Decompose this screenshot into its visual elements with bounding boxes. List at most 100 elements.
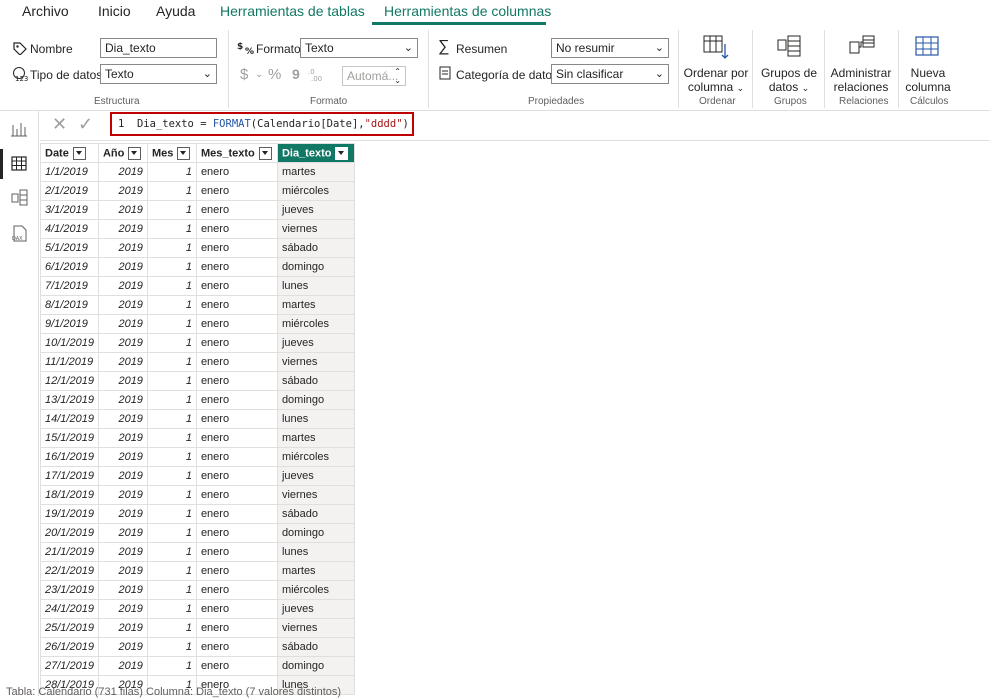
cell-ano[interactable]: 2019 <box>97 295 148 315</box>
table-row[interactable]: 16/1/2019 2019 1 enero miércoles <box>40 447 355 467</box>
cell-date[interactable]: 7/1/2019 <box>40 276 99 296</box>
cell-mes-texto[interactable]: enero <box>195 637 278 657</box>
cell-date[interactable]: 23/1/2019 <box>40 580 99 600</box>
tab-archivo[interactable]: Archivo <box>22 3 69 19</box>
table-row[interactable]: 18/1/2019 2019 1 enero viernes <box>40 485 355 505</box>
table-row[interactable]: 1/1/2019 2019 1 enero martes <box>40 162 355 182</box>
cell-dia-texto[interactable]: sábado <box>276 238 355 258</box>
cell-date[interactable]: 3/1/2019 <box>40 200 99 220</box>
cell-mes-texto[interactable]: enero <box>195 580 278 600</box>
cell-date[interactable]: 11/1/2019 <box>40 352 99 372</box>
tab-inicio[interactable]: Inicio <box>98 3 131 19</box>
cell-ano[interactable]: 2019 <box>97 428 148 448</box>
cell-mes[interactable]: 1 <box>146 485 197 505</box>
cell-date[interactable]: 25/1/2019 <box>40 618 99 638</box>
commit-icon[interactable]: ✓ <box>78 114 93 135</box>
cell-dia-texto[interactable]: sábado <box>276 637 355 657</box>
cell-date[interactable]: 22/1/2019 <box>40 561 99 581</box>
cell-mes[interactable]: 1 <box>146 181 197 201</box>
table-row[interactable]: 22/1/2019 2019 1 enero martes <box>40 561 355 581</box>
cell-mes[interactable]: 1 <box>146 466 197 486</box>
cell-ano[interactable]: 2019 <box>97 238 148 258</box>
table-row[interactable]: 27/1/2019 2019 1 enero domingo <box>40 656 355 676</box>
cell-mes[interactable]: 1 <box>146 409 197 429</box>
data-view-button[interactable] <box>4 149 34 179</box>
table-row[interactable]: 17/1/2019 2019 1 enero jueves <box>40 466 355 486</box>
cell-dia-texto[interactable]: jueves <box>276 599 355 619</box>
cell-dia-texto[interactable]: domingo <box>276 523 355 543</box>
table-row[interactable]: 11/1/2019 2019 1 enero viernes <box>40 352 355 372</box>
cell-date[interactable]: 2/1/2019 <box>40 181 99 201</box>
cell-dia-texto[interactable]: lunes <box>276 409 355 429</box>
cell-dia-texto[interactable]: lunes <box>276 542 355 562</box>
cell-dia-texto[interactable]: viernes <box>276 352 355 372</box>
cell-ano[interactable]: 2019 <box>97 162 148 182</box>
cell-dia-texto[interactable]: jueves <box>276 333 355 353</box>
cell-ano[interactable]: 2019 <box>97 200 148 220</box>
cell-mes-texto[interactable]: enero <box>195 504 278 524</box>
cell-date[interactable]: 4/1/2019 <box>40 219 99 239</box>
cell-mes[interactable]: 1 <box>146 238 197 258</box>
cell-ano[interactable]: 2019 <box>97 352 148 372</box>
cell-mes-texto[interactable]: enero <box>195 371 278 391</box>
report-view-button[interactable] <box>4 115 34 145</box>
cell-ano[interactable]: 2019 <box>97 390 148 410</box>
cell-dia-texto[interactable]: martes <box>276 162 355 182</box>
cell-mes-texto[interactable]: enero <box>195 219 278 239</box>
table-row[interactable]: 6/1/2019 2019 1 enero domingo <box>40 257 355 277</box>
cell-date[interactable]: 20/1/2019 <box>40 523 99 543</box>
cell-mes-texto[interactable]: enero <box>195 333 278 353</box>
cell-mes-texto[interactable]: enero <box>195 390 278 410</box>
table-row[interactable]: 10/1/2019 2019 1 enero jueves <box>40 333 355 353</box>
cell-mes[interactable]: 1 <box>146 542 197 562</box>
cell-dia-texto[interactable]: domingo <box>276 656 355 676</box>
currency-button[interactable]: $ <box>240 66 248 83</box>
cell-dia-texto[interactable]: miércoles <box>276 314 355 334</box>
cell-dia-texto[interactable]: miércoles <box>276 181 355 201</box>
cell-mes-texto[interactable]: enero <box>195 485 278 505</box>
cell-dia-texto[interactable]: martes <box>276 561 355 581</box>
cell-ano[interactable]: 2019 <box>97 371 148 391</box>
filter-dropdown-icon[interactable] <box>258 146 272 160</box>
table-row[interactable]: 19/1/2019 2019 1 enero sábado <box>40 504 355 524</box>
sort-by-column-button[interactable]: Ordenar por columna ⌄ <box>680 30 752 94</box>
cell-mes-texto[interactable]: enero <box>195 447 278 467</box>
cell-ano[interactable]: 2019 <box>97 523 148 543</box>
dax-query-view-button[interactable]: DAX <box>4 219 34 249</box>
formula-input[interactable]: 1 Dia_texto = FORMAT(Calendario[Date],"d… <box>110 112 414 136</box>
cell-ano[interactable]: 2019 <box>97 314 148 334</box>
cell-ano[interactable]: 2019 <box>97 333 148 353</box>
cell-ano[interactable]: 2019 <box>97 637 148 657</box>
column-header-date[interactable]: Date <box>40 143 99 163</box>
table-row[interactable]: 23/1/2019 2019 1 enero miércoles <box>40 580 355 600</box>
cell-mes[interactable]: 1 <box>146 561 197 581</box>
cell-date[interactable]: 16/1/2019 <box>40 447 99 467</box>
cell-mes-texto[interactable]: enero <box>195 295 278 315</box>
table-row[interactable]: 15/1/2019 2019 1 enero martes <box>40 428 355 448</box>
decimals-spinner[interactable]: Automá... ⌃ ⌄ <box>342 66 406 86</box>
cell-mes[interactable]: 1 <box>146 656 197 676</box>
cell-mes[interactable]: 1 <box>146 333 197 353</box>
cell-mes[interactable]: 1 <box>146 390 197 410</box>
table-row[interactable]: 20/1/2019 2019 1 enero domingo <box>40 523 355 543</box>
cell-ano[interactable]: 2019 <box>97 656 148 676</box>
column-header-mes[interactable]: Mes <box>146 143 197 163</box>
table-row[interactable]: 13/1/2019 2019 1 enero domingo <box>40 390 355 410</box>
cell-date[interactable]: 15/1/2019 <box>40 428 99 448</box>
filter-dropdown-icon[interactable] <box>72 146 86 160</box>
cell-mes[interactable]: 1 <box>146 637 197 657</box>
column-header-ano[interactable]: Año <box>97 143 148 163</box>
cell-ano[interactable]: 2019 <box>97 466 148 486</box>
cell-date[interactable]: 21/1/2019 <box>40 542 99 562</box>
cell-ano[interactable]: 2019 <box>97 447 148 467</box>
cell-mes[interactable]: 1 <box>146 371 197 391</box>
cell-date[interactable]: 19/1/2019 <box>40 504 99 524</box>
cell-date[interactable]: 24/1/2019 <box>40 599 99 619</box>
tab-herramientas-tablas[interactable]: Herramientas de tablas <box>220 3 365 19</box>
cell-date[interactable]: 18/1/2019 <box>40 485 99 505</box>
cell-date[interactable]: 6/1/2019 <box>40 257 99 277</box>
filter-dropdown-icon[interactable] <box>177 146 191 160</box>
cell-ano[interactable]: 2019 <box>97 276 148 296</box>
cell-mes-texto[interactable]: enero <box>195 181 278 201</box>
filter-dropdown-icon[interactable] <box>128 146 142 160</box>
